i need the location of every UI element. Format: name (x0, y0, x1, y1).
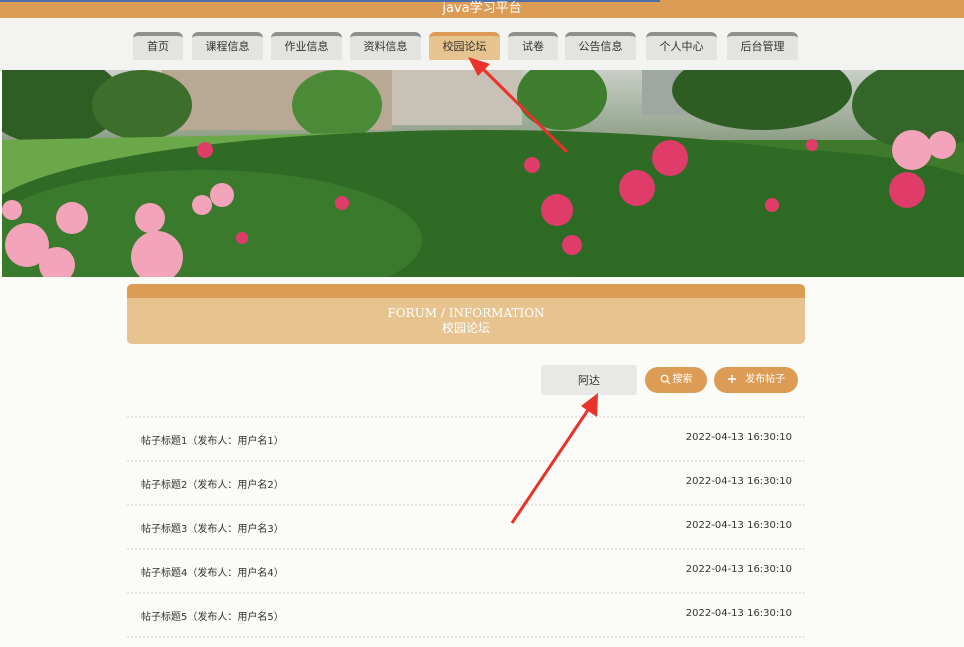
post-time: 2022-04-13 16:30:10 (685, 564, 792, 575)
post-time: 2022-04-13 16:30:10 (685, 608, 792, 619)
post-title[interactable]: 帖子标题5（发布人：用户名5） (141, 608, 284, 623)
list-divider (127, 636, 805, 638)
post-row[interactable]: 帖子标题5（发布人：用户名5） 2022-04-13 16:30:10 (127, 592, 805, 636)
nav-item-materials[interactable]: 资料信息 (350, 32, 421, 60)
main-nav: 首页 课程信息 作业信息 资料信息 校园论坛 试卷 公告信息 个人中心 后台管理 (0, 18, 964, 71)
post-row[interactable]: 帖子标题4（发布人：用户名4） 2022-04-13 16:30:10 (127, 548, 805, 592)
post-time: 2022-04-13 16:30:10 (685, 476, 792, 487)
site-title: java学习平台 (442, 1, 522, 16)
post-time: 2022-04-13 16:30:10 (685, 432, 792, 443)
nav-item-exam[interactable]: 试卷 (508, 32, 558, 60)
search-button[interactable]: 搜索 (645, 367, 707, 393)
forum-title-en: FORUM / INFORMATION (387, 306, 545, 320)
add-post-button-label: 发布帖子 (745, 374, 786, 385)
post-row[interactable]: 帖子标题3（发布人：用户名3） 2022-04-13 16:30:10 (127, 504, 805, 548)
nav-item-forum[interactable]: 校园论坛 (429, 32, 500, 60)
post-row[interactable]: 帖子标题2（发布人：用户名2） 2022-04-13 16:30:10 (127, 460, 805, 504)
plus-icon (727, 375, 736, 383)
nav-item-homework[interactable]: 作业信息 (271, 32, 342, 60)
post-title[interactable]: 帖子标题3（发布人：用户名3） (141, 520, 284, 535)
nav-item-admin[interactable]: 后台管理 (727, 32, 798, 60)
search-icon (660, 374, 671, 385)
search-input[interactable] (541, 365, 637, 395)
title-bar: java学习平台 (0, 0, 964, 18)
forum-section-header: FORUM / INFORMATION 校园论坛 (127, 284, 805, 344)
banner-image (2, 70, 964, 277)
post-title[interactable]: 帖子标题4（发布人：用户名4） (141, 564, 284, 579)
nav-item-home[interactable]: 首页 (133, 32, 183, 60)
nav-item-profile[interactable]: 个人中心 (646, 32, 717, 60)
search-button-label: 搜索 (672, 374, 693, 385)
forum-title-cn: 校园论坛 (441, 321, 490, 335)
annotation-arrowhead-search (581, 393, 598, 417)
post-list: 帖子标题1（发布人：用户名1） 2022-04-13 16:30:10 帖子标题… (127, 416, 805, 638)
nav-item-courses[interactable]: 课程信息 (192, 32, 263, 60)
post-title[interactable]: 帖子标题1（发布人：用户名1） (141, 432, 284, 447)
post-title[interactable]: 帖子标题2（发布人：用户名2） (141, 476, 284, 491)
nav-item-notices[interactable]: 公告信息 (565, 32, 636, 60)
add-post-button[interactable]: 发布帖子 (714, 367, 798, 393)
post-time: 2022-04-13 16:30:10 (685, 520, 792, 531)
post-row[interactable]: 帖子标题1（发布人：用户名1） 2022-04-13 16:30:10 (127, 416, 805, 460)
